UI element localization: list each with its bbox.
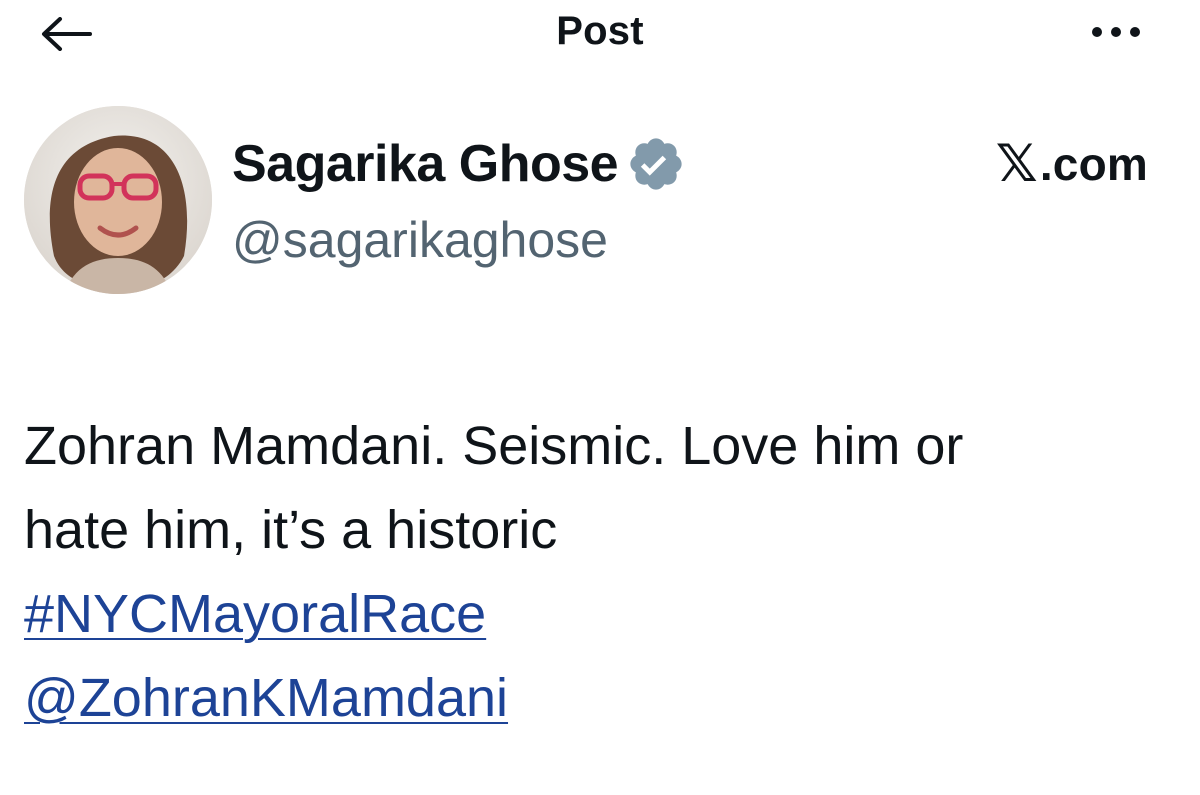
post-text-line: hate him, it’s a historic xyxy=(24,500,558,560)
more-options-button[interactable] xyxy=(1088,14,1144,50)
top-bar: Post xyxy=(0,0,1200,64)
x-logo-icon: 𝕏 xyxy=(995,134,1038,194)
post-text: Zohran Mamdani. Seismic. Love him or hat… xyxy=(24,404,1174,740)
author-name[interactable]: Sagarika Ghose xyxy=(232,132,619,196)
page-title: Post xyxy=(556,9,644,53)
more-horizontal-icon xyxy=(1092,27,1140,37)
verified-badge-icon xyxy=(630,138,682,190)
author-name-row: Sagarika Ghose xyxy=(232,132,686,196)
source-label: 𝕏 .com xyxy=(996,132,1148,196)
post-text-line: Zohran Mamdani. Seismic. Love him or xyxy=(24,416,964,476)
mention-line: @ZohranKMamdani xyxy=(24,656,1174,740)
hashtag-link[interactable]: #NYCMayoralRace xyxy=(24,572,486,656)
mention-link[interactable]: @ZohranKMamdani xyxy=(24,656,508,740)
source-domain: .com xyxy=(1039,138,1148,190)
profile-photo xyxy=(24,106,212,294)
avatar[interactable] xyxy=(24,106,212,294)
hashtag-line: #NYCMayoralRace xyxy=(24,572,1174,656)
author-handle[interactable]: @sagarikaghose xyxy=(232,208,608,272)
